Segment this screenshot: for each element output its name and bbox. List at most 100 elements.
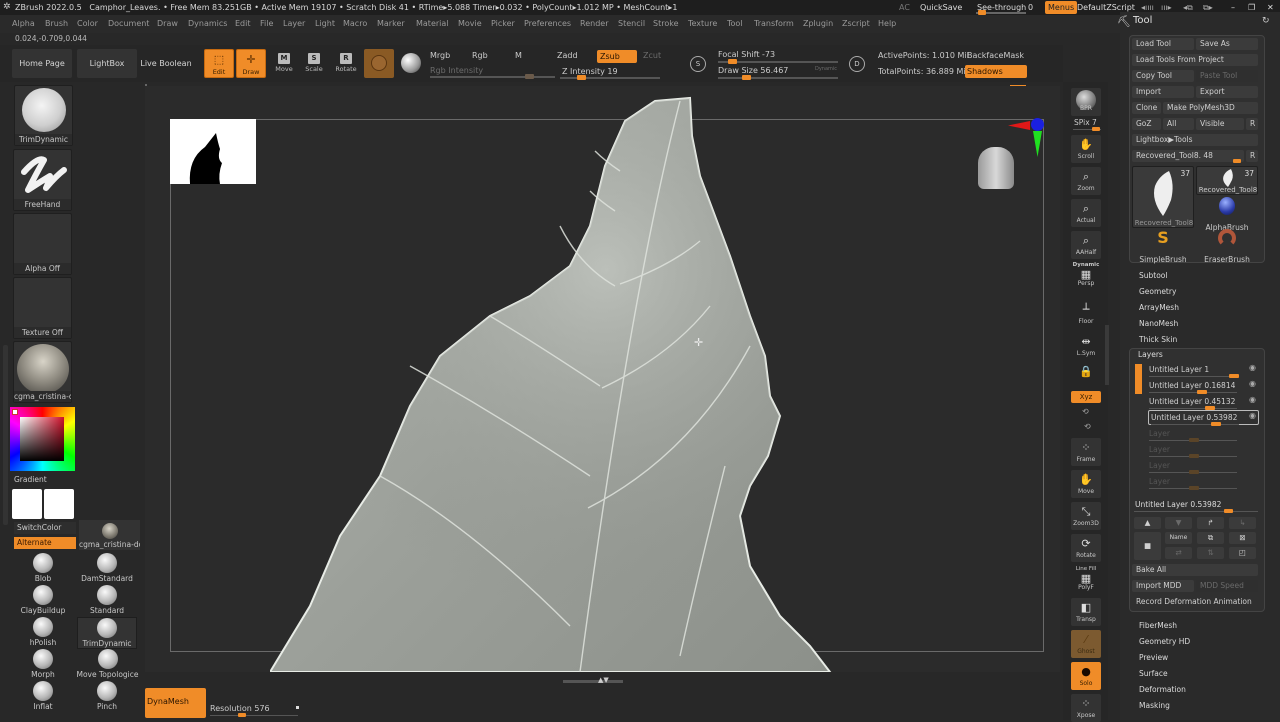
layer-record-button[interactable]: ⇄: [1165, 547, 1192, 559]
material-swatch-button[interactable]: [364, 49, 394, 78]
fibermesh-section[interactable]: FiberMesh: [1139, 620, 1177, 632]
current-tool-knob[interactable]: [1233, 159, 1241, 163]
layer-item-empty[interactable]: Layer: [1149, 444, 1259, 458]
dynamesh-button[interactable]: DynaMesh: [145, 688, 206, 718]
z-intensity-slider[interactable]: [560, 77, 660, 79]
m-button[interactable]: M: [515, 51, 522, 60]
color-sphere-icon[interactable]: [401, 53, 421, 73]
layer-item-selected[interactable]: Untitled Layer 0.53982: [1151, 412, 1261, 426]
layer-item-empty[interactable]: Layer: [1149, 428, 1259, 442]
floor-button[interactable]: ┴ Floor: [1071, 300, 1101, 328]
layer-item[interactable]: Untitled Layer 0.45132: [1149, 396, 1259, 410]
material-small-swatch[interactable]: cgma_cristina-dc: [79, 520, 140, 550]
brush-blob[interactable]: Blob: [13, 553, 73, 585]
tool-thumb-recovered-small[interactable]: 37 Recovered_Tool8: [1196, 166, 1258, 195]
layer-slider-knob[interactable]: [1189, 470, 1199, 474]
menu-picker[interactable]: Picker: [491, 15, 515, 33]
menu-brush[interactable]: Brush: [45, 15, 68, 33]
navigation-thumbnail[interactable]: [170, 119, 256, 184]
layer-slider[interactable]: [1149, 376, 1237, 377]
material-thumbnail[interactable]: cgma_cristina-dc: [13, 341, 72, 403]
move-button[interactable]: M Move: [270, 51, 298, 79]
brush-claybuildup[interactable]: ClayBuildup: [13, 585, 73, 617]
brush-damstandard[interactable]: DamStandard: [77, 553, 137, 585]
lightbox-tools-button[interactable]: Lightbox▶Tools: [1132, 134, 1258, 146]
zcut-button[interactable]: Zcut: [643, 51, 661, 60]
rgb-intensity-knob[interactable]: [525, 74, 534, 79]
tool-palette-title[interactable]: Tool: [1133, 15, 1152, 26]
brush-pinch[interactable]: Pinch: [77, 681, 137, 713]
menu-alpha[interactable]: Alpha: [12, 15, 35, 33]
layer-item-empty[interactable]: Layer: [1149, 476, 1259, 490]
frame-button[interactable]: ⁘ Frame: [1071, 438, 1101, 466]
draw-size-knob[interactable]: [742, 75, 751, 80]
import-button[interactable]: Import: [1132, 86, 1194, 98]
orientation-head-icon[interactable]: [978, 147, 1014, 189]
layer-mode-button[interactable]: ⇅: [1197, 547, 1224, 559]
tool-thumb-recovered-large[interactable]: 37 Recovered_Tool8: [1132, 166, 1194, 228]
new-layer-button[interactable]: ■: [1134, 532, 1161, 560]
layer-slider-knob[interactable]: [1189, 438, 1199, 442]
solo-button[interactable]: ● Solo: [1071, 662, 1101, 690]
alternate-button[interactable]: Alternate: [14, 537, 76, 549]
rotate-button[interactable]: R Rotate: [332, 51, 360, 79]
layer-slider-knob[interactable]: [1189, 454, 1199, 458]
surface-section[interactable]: Surface: [1139, 668, 1168, 680]
nanomesh-section[interactable]: NanoMesh: [1139, 318, 1178, 330]
stroke-thumbnail[interactable]: FreeHand: [13, 149, 72, 211]
layer-slider-knob[interactable]: [1211, 422, 1221, 426]
mrgb-button[interactable]: Mrgb: [430, 51, 450, 60]
menu-texture[interactable]: Texture: [688, 15, 717, 33]
alpha-thumbnail[interactable]: Alpha Off: [13, 213, 72, 275]
main-color-swatch[interactable]: [12, 489, 42, 519]
deformation-section[interactable]: Deformation: [1139, 684, 1186, 696]
save-as-button[interactable]: Save As: [1196, 38, 1258, 50]
switch-color-button[interactable]: SwitchColor: [14, 522, 76, 534]
layer-name-button[interactable]: Name: [1165, 532, 1192, 544]
rotate-axis-z-icon[interactable]: ⟲: [1084, 422, 1091, 431]
layer-slider-knob[interactable]: [1229, 374, 1239, 378]
stroke-d-icon[interactable]: D: [849, 56, 865, 72]
rgb-button[interactable]: Rgb: [472, 51, 488, 60]
load-tool-button[interactable]: Load Tool: [1132, 38, 1194, 50]
shadows-button[interactable]: Shadows: [965, 65, 1027, 78]
menu-preferences[interactable]: Preferences: [524, 15, 571, 33]
lightbox-button[interactable]: LightBox: [77, 49, 137, 78]
mdd-speed-slider[interactable]: MDD Speed: [1196, 580, 1258, 592]
tool-simplebrush[interactable]: S SimpleBrush: [1132, 229, 1194, 265]
right-shelf-scrollbar[interactable]: [1105, 325, 1109, 385]
menu-color[interactable]: Color: [77, 15, 98, 33]
resolution-knob[interactable]: [238, 713, 246, 717]
copy-tool-button[interactable]: Copy Tool: [1132, 70, 1194, 82]
stroke-s-icon[interactable]: S: [690, 56, 706, 72]
gradient-label[interactable]: Gradient: [14, 475, 47, 484]
polyframe-button[interactable]: Line Fill ▦ PolyF: [1071, 566, 1101, 594]
draw-size-slider[interactable]: [718, 77, 838, 79]
live-boolean-button[interactable]: Live Boolean: [139, 49, 193, 78]
layer-slider[interactable]: [1149, 408, 1237, 409]
layer-merge-button[interactable]: ↳: [1229, 517, 1256, 529]
menu-material[interactable]: Material: [416, 15, 449, 33]
layer-move-down-button[interactable]: ▼: [1165, 517, 1192, 529]
brush-hpolish[interactable]: hPolish: [13, 617, 73, 649]
geometry-hd-section[interactable]: Geometry HD: [1139, 636, 1190, 648]
arraymesh-section[interactable]: ArrayMesh: [1139, 302, 1179, 314]
spix-knob[interactable]: [1092, 127, 1100, 131]
actual-button[interactable]: ⌕ Actual: [1071, 199, 1101, 227]
local-symmetry-button[interactable]: ⇹ L.Sym: [1071, 332, 1101, 360]
selected-layer-label[interactable]: Untitled Layer 0.53982: [1135, 500, 1221, 509]
layer-slider-knob[interactable]: [1197, 390, 1207, 394]
layer-item[interactable]: Untitled Layer 0.16814: [1149, 380, 1259, 394]
left-tray-scrollbar[interactable]: [3, 345, 8, 525]
masking-section[interactable]: Masking: [1139, 700, 1170, 712]
ac-button[interactable]: AC: [896, 1, 913, 14]
layer-visibility-eye-icon[interactable]: ◉: [1249, 379, 1256, 388]
aahalf-button[interactable]: ⌕ AAHalf: [1071, 231, 1101, 259]
current-tool-r-button[interactable]: R: [1246, 150, 1258, 162]
paste-tool-button[interactable]: Paste Tool: [1196, 70, 1258, 82]
current-tool-slider[interactable]: Recovered_Tool8. 48: [1132, 150, 1244, 162]
xpose-button[interactable]: ⁘ Xpose: [1071, 694, 1101, 722]
geometry-section[interactable]: Geometry: [1139, 286, 1176, 298]
move-view-button[interactable]: ✋ Move: [1071, 470, 1101, 498]
zadd-button[interactable]: Zadd: [557, 51, 578, 60]
